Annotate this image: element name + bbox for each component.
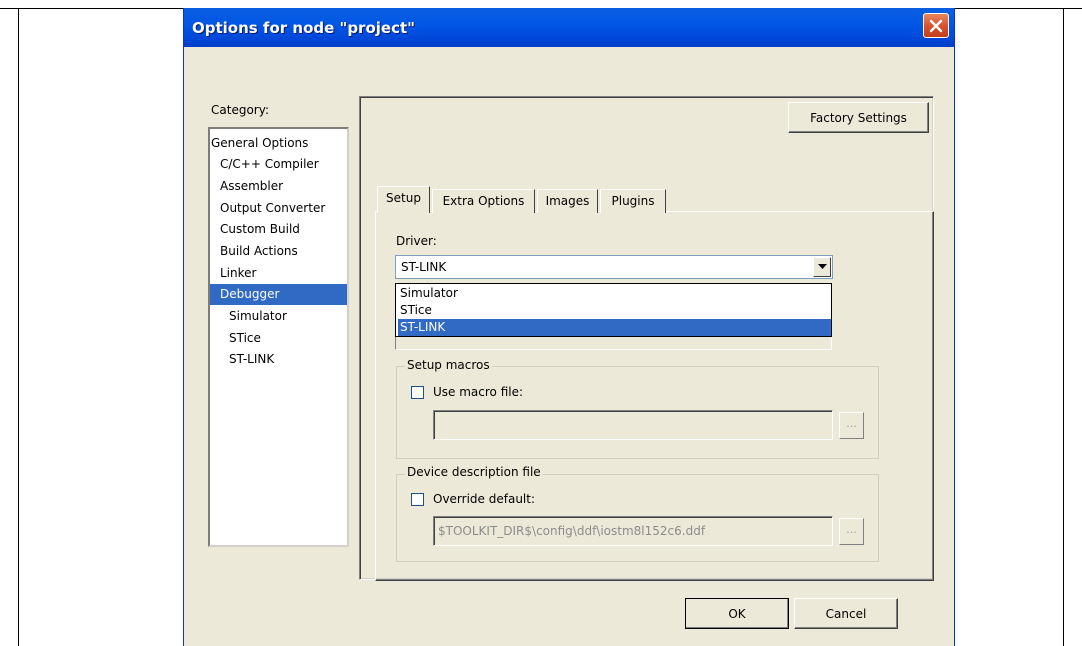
category-item-assembler[interactable]: Assembler <box>210 176 357 197</box>
category-item-debugger[interactable]: Debugger <box>210 284 347 305</box>
page-border-left <box>18 8 19 646</box>
dialog-title: Options for node "project" <box>192 19 415 37</box>
use-macro-file-label[interactable]: Use macro file: <box>433 385 523 399</box>
dropdown-button[interactable] <box>813 257 831 277</box>
close-button[interactable] <box>923 13 949 38</box>
category-item-st-link[interactable]: ST-LINK <box>210 349 366 370</box>
category-item-stice[interactable]: STice <box>210 328 366 349</box>
factory-settings-button[interactable]: Factory Settings <box>788 102 929 133</box>
tab-images[interactable]: Images <box>537 189 598 213</box>
category-item-general-options[interactable]: General Options <box>210 133 348 154</box>
tab-extra-options[interactable]: Extra Options <box>432 189 535 213</box>
macro-file-browse-button[interactable]: ... <box>839 412 864 439</box>
category-list[interactable]: General Options C/C++ Compiler Assembler… <box>208 127 349 547</box>
driver-option-st-link[interactable]: ST-LINK <box>398 319 831 336</box>
driver-select[interactable]: ST-LINK <box>395 255 833 279</box>
tab-plugins[interactable]: Plugins <box>600 189 666 213</box>
category-item-custom-build[interactable]: Custom Build <box>210 219 357 240</box>
tab-setup[interactable]: Setup <box>377 186 430 213</box>
device-description-path[interactable]: $TOOLKIT_DIR$\config\ddf\iostm8l152c6.dd… <box>433 516 833 546</box>
setup-macros-title: Setup macros <box>405 358 492 372</box>
category-item-c-cpp-compiler[interactable]: C/C++ Compiler <box>210 154 357 175</box>
driver-option-simulator[interactable]: Simulator <box>398 285 831 302</box>
title-bar[interactable]: Options for node "project" <box>184 8 954 47</box>
override-default-checkbox[interactable] <box>411 493 424 506</box>
close-icon <box>929 19 943 32</box>
category-item-output-converter[interactable]: Output Converter <box>210 198 357 219</box>
cancel-button[interactable]: Cancel <box>794 598 898 629</box>
category-item-simulator[interactable]: Simulator <box>210 306 366 327</box>
device-description-browse-button[interactable]: ... <box>839 518 864 545</box>
driver-option-stice[interactable]: STice <box>398 302 831 319</box>
driver-dropdown-list[interactable]: Simulator STice ST-LINK <box>395 283 832 337</box>
override-default-label[interactable]: Override default: <box>433 492 535 506</box>
category-item-build-actions[interactable]: Build Actions <box>210 241 357 262</box>
chevron-down-icon <box>817 264 827 269</box>
device-description-title: Device description file <box>405 465 543 479</box>
driver-label: Driver: <box>396 234 437 248</box>
ok-button[interactable]: OK <box>685 598 789 629</box>
page-border-right <box>1063 8 1064 646</box>
category-item-linker[interactable]: Linker <box>210 263 357 284</box>
options-dialog: Options for node "project" Category: Gen… <box>183 8 955 646</box>
use-macro-file-checkbox[interactable] <box>411 386 424 399</box>
driver-value: ST-LINK <box>401 260 447 274</box>
obscured-control-edge <box>395 337 832 350</box>
category-label: Category: <box>211 103 269 117</box>
macro-file-path[interactable] <box>433 410 833 440</box>
